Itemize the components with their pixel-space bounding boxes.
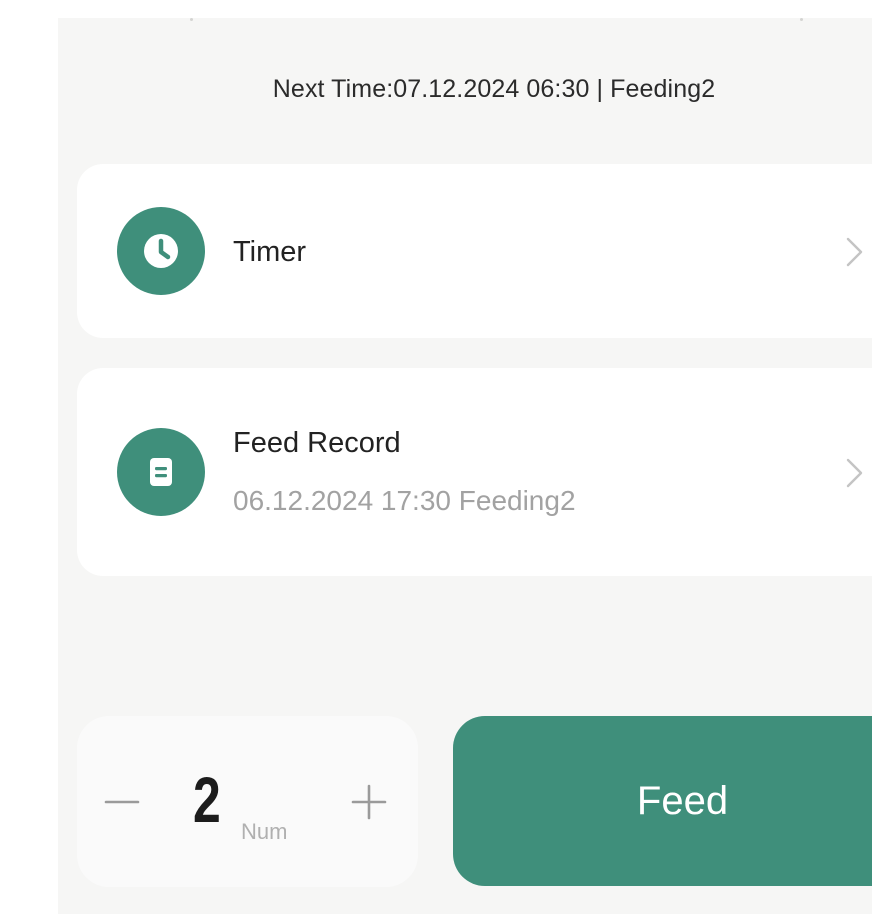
feed-record-label: Feed Record [233,427,401,459]
portion-count: 2 [193,764,221,836]
feed-button-label: Feed [636,778,729,823]
feed-button[interactable]: Feed [453,716,872,886]
portion-unit: Num [241,819,288,844]
last-feed-record: 06.12.2024 17:30 Feeding2 [233,485,576,516]
feed-record-card[interactable]: Feed Record 06.12.2024 17:30 Feeding2 [77,368,872,576]
chevron-right-icon [846,237,863,267]
top-edge-mark [190,18,193,21]
top-edge-mark [800,18,803,21]
plus-icon[interactable] [347,780,391,824]
next-feeding-time: Next Time:07.12.2024 06:30 | Feeding2 [272,75,716,103]
chevron-right-icon [846,458,863,488]
portion-stepper: 2 Num [77,716,418,887]
timer-label: Timer [233,236,307,268]
timer-card[interactable]: Timer [77,164,872,338]
document-icon [117,428,205,516]
clock-icon [117,207,205,295]
minus-icon[interactable] [100,780,144,824]
